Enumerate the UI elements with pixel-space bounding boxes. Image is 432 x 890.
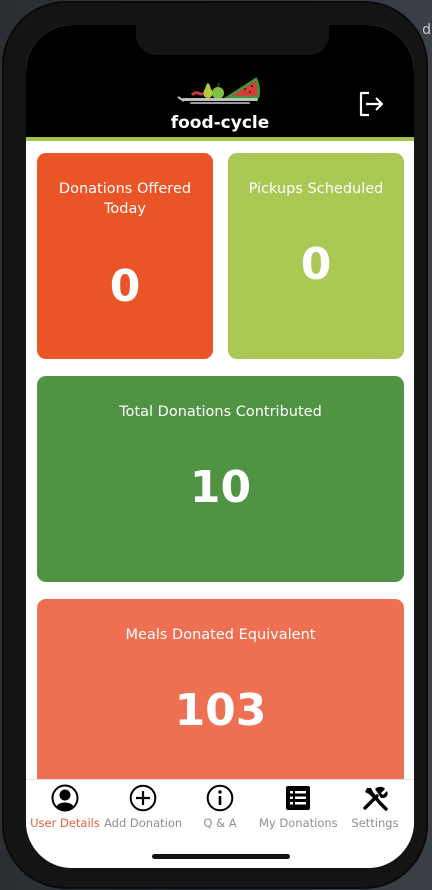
card-value: 103 bbox=[174, 685, 267, 736]
meals-donated-equivalent-card[interactable]: Meals Donated Equivalent 103 bbox=[37, 599, 404, 779]
phone-frame: food-cycle Donations Offered Today 0 Pic… bbox=[4, 3, 426, 887]
tab-my-donations[interactable]: My Donations bbox=[259, 784, 338, 834]
dashboard-content: Donations Offered Today 0 Pickups Schedu… bbox=[26, 141, 414, 779]
app-logo: food-cycle bbox=[170, 71, 270, 133]
tab-label: User Details bbox=[30, 816, 100, 830]
logout-button[interactable] bbox=[357, 90, 385, 118]
info-icon bbox=[206, 784, 234, 812]
tab-add-donation[interactable]: Add Donation bbox=[104, 784, 182, 834]
tab-label: Q & A bbox=[203, 816, 237, 830]
phone-screen: food-cycle Donations Offered Today 0 Pic… bbox=[26, 25, 414, 868]
card-value: 0 bbox=[300, 239, 332, 290]
donations-offered-today-card[interactable]: Donations Offered Today 0 bbox=[37, 153, 213, 359]
user-icon bbox=[51, 784, 79, 812]
card-label: Meals Donated Equivalent bbox=[125, 627, 316, 643]
card-label: Pickups Scheduled bbox=[248, 181, 384, 197]
pickups-scheduled-card[interactable]: Pickups Scheduled 0 bbox=[228, 153, 404, 359]
card-value: 10 bbox=[189, 462, 252, 513]
plus-circle-icon bbox=[129, 784, 157, 812]
card-label: Total Donations Contributed bbox=[119, 404, 322, 420]
food-cycle-logo-icon bbox=[177, 77, 260, 104]
card-label: Donations Offered Today bbox=[58, 181, 192, 217]
logout-icon bbox=[359, 91, 384, 117]
list-icon bbox=[286, 786, 310, 810]
tab-label: My Donations bbox=[259, 816, 338, 830]
tab-q-and-a[interactable]: Q & A bbox=[181, 784, 259, 834]
tab-settings[interactable]: Settings bbox=[336, 784, 414, 834]
card-value: 0 bbox=[109, 261, 141, 312]
tab-label: Add Donation bbox=[104, 816, 183, 830]
tools-icon bbox=[363, 786, 388, 811]
home-indicator bbox=[152, 854, 290, 859]
background-window-text: d bbox=[422, 22, 431, 38]
tab-label: Settings bbox=[351, 816, 399, 830]
phone-notch bbox=[136, 25, 329, 55]
app-name: food-cycle bbox=[170, 113, 270, 133]
total-donations-contributed-card[interactable]: Total Donations Contributed 10 bbox=[37, 376, 404, 582]
tab-user-details[interactable]: User Details bbox=[26, 784, 104, 834]
